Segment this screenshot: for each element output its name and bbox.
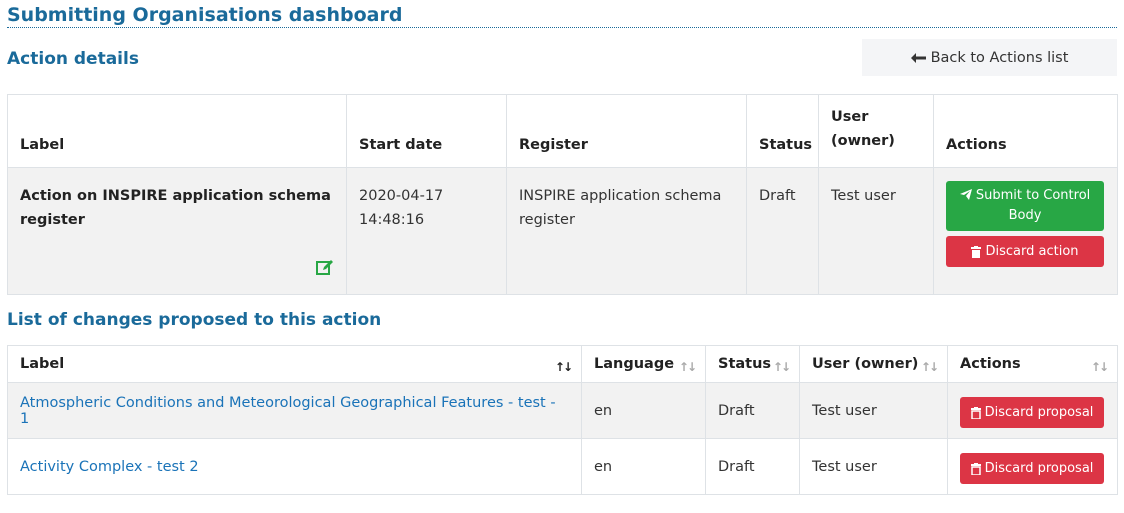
proposal-label-cell: Atmospheric Conditions and Meteorologica…	[7, 382, 582, 439]
header-register: Register	[506, 94, 747, 168]
discard-action-button[interactable]: Discard action	[946, 236, 1104, 267]
action-register: INSPIRE application schema register	[506, 167, 747, 295]
action-details-title: Action details	[7, 49, 139, 69]
header-status: Status	[746, 94, 819, 168]
proposal-user: Test user	[799, 382, 948, 439]
discard-action-label: Discard action	[985, 244, 1079, 259]
table-row: Activity Complex - test 2 en Draft Test …	[7, 438, 1118, 495]
proposal-link[interactable]: Atmospheric Conditions and Meteorologica…	[20, 395, 556, 427]
back-to-actions-button[interactable]: Back to Actions list	[862, 39, 1117, 76]
submit-button-label: Submit to Control Body	[975, 188, 1091, 223]
proposal-label-cell: Activity Complex - test 2	[7, 438, 582, 495]
action-label-cell: Action on INSPIRE application schema reg…	[7, 167, 347, 295]
header-label: Label	[7, 94, 347, 168]
sort-icon: ↑↓	[678, 360, 697, 374]
proposal-user: Test user	[799, 438, 948, 495]
action-buttons-cell: Submit to Control Body Discard action	[933, 167, 1118, 295]
header-label[interactable]: Label ↑↓	[7, 345, 582, 383]
back-button-label: Back to Actions list	[930, 49, 1069, 66]
submit-to-control-body-button[interactable]: Submit to Control Body	[946, 181, 1104, 231]
header-status[interactable]: Status ↑↓	[705, 345, 800, 383]
edit-icon[interactable]	[316, 259, 334, 276]
proposal-language: en	[581, 438, 706, 495]
header-start-date: Start date	[346, 94, 507, 168]
trash-icon	[971, 245, 982, 258]
trash-icon	[970, 406, 981, 419]
table-row: Action on INSPIRE application schema reg…	[7, 167, 1118, 295]
table-header-row: Label Start date Register Status User (o…	[7, 94, 1118, 168]
header-language[interactable]: Language ↑↓	[581, 345, 706, 383]
proposal-link[interactable]: Activity Complex - test 2	[20, 459, 199, 475]
discard-proposal-button[interactable]: Discard proposal	[960, 397, 1104, 428]
paper-plane-icon	[959, 189, 972, 200]
changes-section-title: List of changes proposed to this action	[7, 310, 382, 330]
discard-proposal-label: Discard proposal	[984, 405, 1094, 420]
sort-icon: ↑↓	[1090, 360, 1109, 374]
proposal-language: en	[581, 382, 706, 439]
sort-icon: ↑↓	[920, 360, 939, 374]
header-actions[interactable]: Actions ↑↓	[947, 345, 1118, 383]
header-label-text: Label	[20, 356, 65, 372]
changes-table: Label ↑↓ Language ↑↓ Status ↑↓ User (owner)…	[7, 345, 1118, 495]
header-user-text: User (owner)	[812, 356, 919, 372]
header-actions: Actions	[933, 94, 1118, 168]
arrow-left-icon	[910, 52, 926, 63]
action-label: Action on INSPIRE application schema reg…	[20, 188, 331, 228]
header-user-owner[interactable]: User (owner) ↑↓	[799, 345, 948, 383]
action-user: Test user	[818, 167, 934, 295]
header-language-text: Language	[594, 356, 675, 372]
page-title: Submitting Organisations dashboard	[7, 4, 403, 26]
title-divider	[7, 27, 1117, 28]
discard-proposal-button[interactable]: Discard proposal	[960, 453, 1104, 484]
proposal-actions-cell: Discard proposal	[947, 382, 1118, 439]
action-start-date: 2020-04-17 14:48:16	[346, 167, 507, 295]
header-status-text: Status	[718, 356, 772, 372]
proposal-status: Draft	[705, 438, 800, 495]
sort-icon: ↑↓	[772, 360, 791, 374]
dashboard-page: Submitting Organisations dashboard Actio…	[0, 0, 1124, 513]
table-header-row: Label ↑↓ Language ↑↓ Status ↑↓ User (owner)…	[7, 345, 1118, 383]
discard-proposal-label: Discard proposal	[984, 461, 1094, 476]
action-status: Draft	[746, 167, 819, 295]
table-row: Atmospheric Conditions and Meteorologica…	[7, 382, 1118, 439]
header-actions-text: Actions	[960, 356, 1021, 372]
header-user-owner: User (owner)	[818, 94, 934, 168]
proposal-actions-cell: Discard proposal	[947, 438, 1118, 495]
proposal-status: Draft	[705, 382, 800, 439]
trash-icon	[970, 462, 981, 475]
action-details-table: Label Start date Register Status User (o…	[7, 94, 1118, 295]
sort-icon: ↑↓	[554, 360, 573, 374]
